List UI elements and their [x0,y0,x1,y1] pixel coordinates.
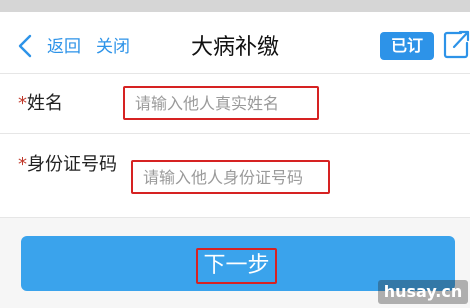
id-number-label: *身份证号码 [18,152,128,178]
app-header: 返回 关闭 大病补缴 已订 [0,12,470,74]
watermark: husay.cn [378,280,468,304]
name-row: *姓名 [0,74,470,134]
share-icon[interactable] [443,29,470,59]
required-mark: * [18,154,27,175]
status-bar [0,0,470,12]
id-number-label-text: 身份证号码 [27,154,117,175]
name-label: *姓名 [18,91,63,117]
required-mark: * [18,93,27,114]
next-button-label: 下一步 [196,248,277,284]
name-input[interactable] [125,88,317,118]
id-number-input[interactable] [133,162,328,192]
name-input-wrapper [123,86,319,120]
id-number-input-wrapper [131,160,330,194]
subscribed-button[interactable]: 已订 [380,32,434,60]
name-label-text: 姓名 [27,93,63,114]
id-number-row: *身份证号码 [0,134,470,218]
